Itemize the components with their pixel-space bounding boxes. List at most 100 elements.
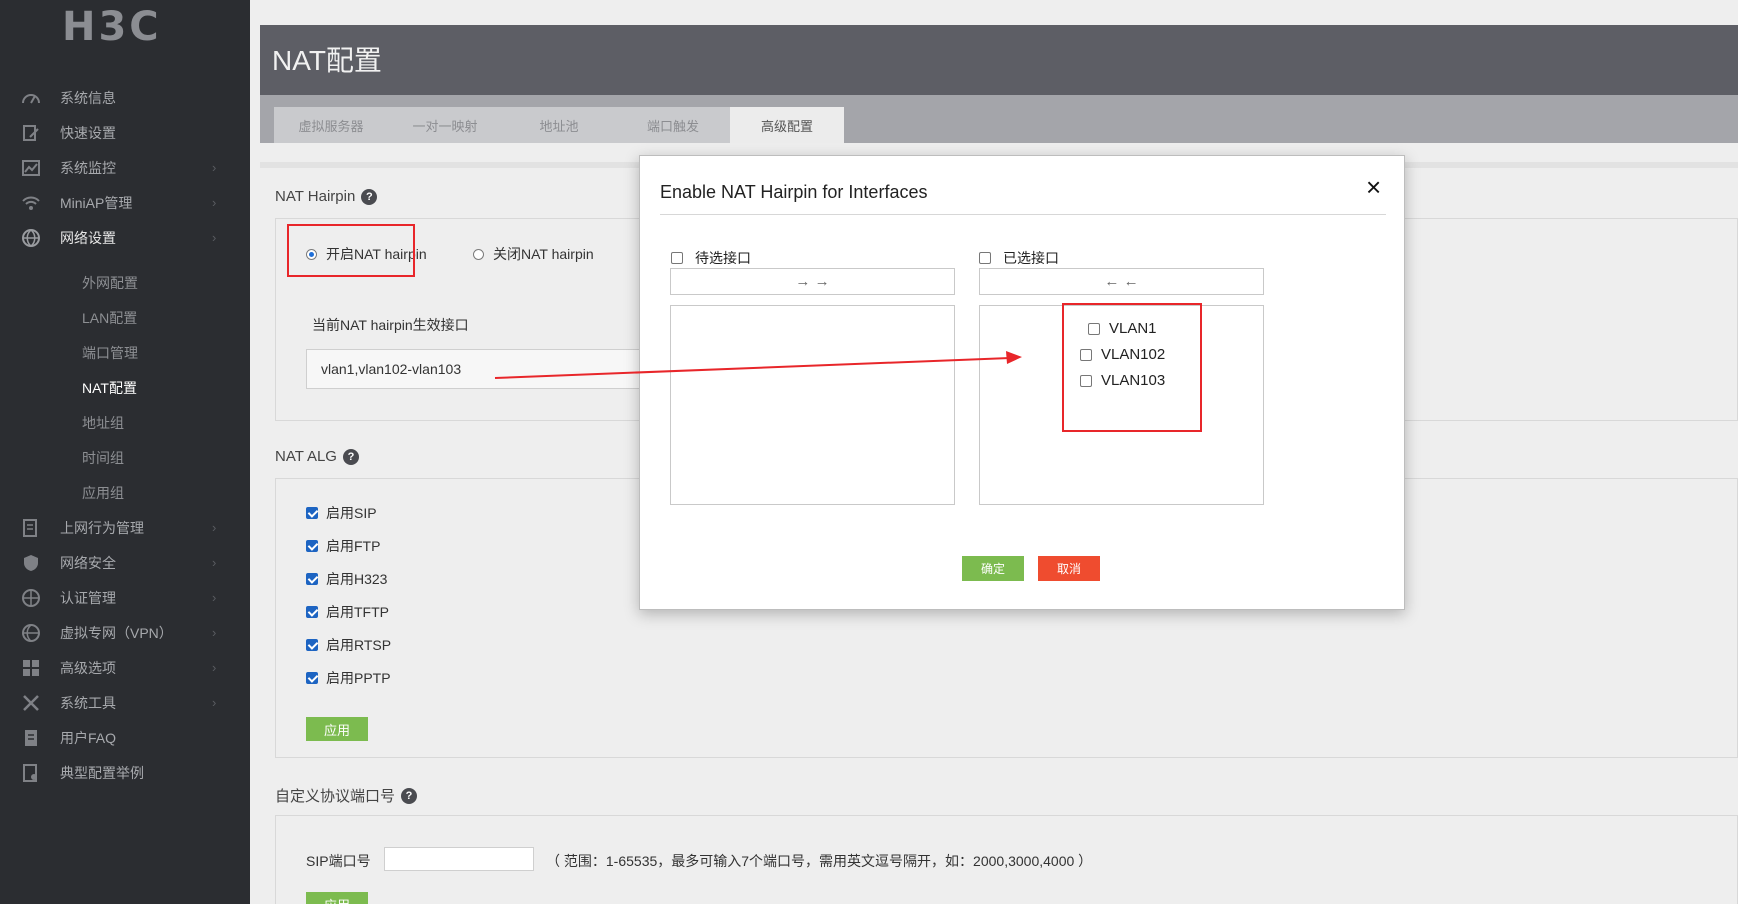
- checkbox-checked[interactable]: [306, 507, 318, 519]
- arrow-left-icon: ← ←: [1104, 273, 1139, 290]
- sidebar-item-faq[interactable]: 用户FAQ: [0, 720, 250, 755]
- sidebar-item-label: 系统工具: [60, 694, 116, 711]
- checkbox-checked[interactable]: [306, 672, 318, 684]
- dialog-divider: [660, 214, 1386, 215]
- sidebar-item-miniap[interactable]: MiniAP管理 ›: [0, 185, 250, 220]
- sidebar-item-behavior[interactable]: 上网行为管理 ›: [0, 510, 250, 545]
- sidebar-item-examples[interactable]: 典型配置举例: [0, 755, 250, 790]
- sidebar-item-security[interactable]: 网络安全 ›: [0, 545, 250, 580]
- brand-logo: H3C: [62, 4, 162, 50]
- select-all-available-checkbox[interactable]: [671, 252, 683, 264]
- alg-option-label: 启用H323: [326, 571, 388, 587]
- alg-option-rtsp[interactable]: 启用RTSP: [306, 635, 391, 655]
- shield-icon: [20, 552, 42, 574]
- tab-port-trigger[interactable]: 端口触发: [616, 107, 730, 143]
- arrow-right-icon: → →: [795, 273, 830, 290]
- alg-option-label: 启用SIP: [326, 505, 377, 521]
- disable-hairpin-radio[interactable]: 关闭NAT hairpin: [473, 244, 594, 264]
- sidebar-item-label: 快速设置: [60, 124, 116, 141]
- tab-address-pool[interactable]: 地址池: [502, 107, 616, 143]
- sidebar-item-advanced[interactable]: 高级选项 ›: [0, 650, 250, 685]
- checkbox-checked[interactable]: [306, 606, 318, 618]
- cancel-button[interactable]: 取消: [1038, 556, 1100, 581]
- sidebar-item-quick-setup[interactable]: 快速设置: [0, 115, 250, 150]
- annotation-box-vlans: [1062, 303, 1202, 432]
- move-left-button[interactable]: ← ←: [979, 268, 1264, 295]
- custom-port-section-title: 自定义协议端口号 ?: [275, 785, 418, 806]
- alg-option-tftp[interactable]: 启用TFTP: [306, 602, 389, 622]
- sidebar-item-label: 用户FAQ: [60, 729, 117, 746]
- sidebar-subitem-port[interactable]: 端口管理: [82, 343, 138, 363]
- alg-option-label: 启用RTSP: [326, 637, 392, 653]
- close-icon[interactable]: ×: [1366, 174, 1381, 200]
- help-icon[interactable]: ?: [342, 448, 359, 465]
- sidebar-item-label: 认证管理: [60, 589, 116, 606]
- sidebar: H3C 系统信息 快速设置 系统监控 › MiniAP管理 › 网络设置 › 外…: [0, 0, 250, 904]
- checkbox-checked[interactable]: [306, 639, 318, 651]
- sidebar-item-label: 典型配置举例: [60, 764, 144, 781]
- radio-unselected[interactable]: [473, 248, 484, 260]
- sidebar-item-label: 上网行为管理: [60, 519, 144, 536]
- checkbox-checked[interactable]: [306, 540, 318, 552]
- sidebar-subitem-nat[interactable]: NAT配置: [82, 378, 137, 398]
- chevron-right-icon: ›: [212, 695, 217, 710]
- sidebar-item-label: 网络安全: [60, 554, 116, 571]
- sidebar-item-label: MiniAP管理: [60, 194, 133, 211]
- alg-option-ftp[interactable]: 启用FTP: [306, 536, 380, 556]
- alg-option-h323[interactable]: 启用H323: [306, 569, 387, 589]
- selected-label: 已选接口: [1003, 250, 1059, 266]
- sidebar-subitem-address-group[interactable]: 地址组: [82, 413, 124, 433]
- sidebar-item-network-settings[interactable]: 网络设置 ›: [0, 220, 250, 255]
- sidebar-item-system-info[interactable]: 系统信息: [0, 80, 250, 115]
- alg-title-text: NAT ALG: [275, 448, 337, 465]
- sip-port-input[interactable]: [384, 847, 534, 871]
- page-title: NAT配置: [272, 45, 382, 76]
- alg-apply-button[interactable]: 应用: [306, 717, 368, 741]
- available-label: 待选接口: [695, 250, 751, 266]
- edit-document-icon: [20, 122, 42, 144]
- document-list-icon: [20, 517, 42, 539]
- sidebar-item-auth[interactable]: 认证管理 ›: [0, 580, 250, 615]
- selected-header[interactable]: 已选接口: [979, 248, 1059, 268]
- hairpin-interface-dialog: Enable NAT Hairpin for Interfaces × 待选接口…: [639, 155, 1405, 610]
- available-list[interactable]: [670, 305, 955, 505]
- chevron-right-icon: ›: [212, 230, 217, 245]
- tools-icon: [20, 692, 42, 714]
- tab-one-to-one[interactable]: 一对一映射: [388, 107, 502, 143]
- available-header[interactable]: 待选接口: [671, 248, 751, 268]
- chevron-right-icon: ›: [212, 590, 217, 605]
- chart-monitor-icon: [20, 157, 42, 179]
- sidebar-item-label: 虚拟专网（VPN）: [60, 624, 173, 641]
- sip-port-label: SIP端口号: [306, 853, 371, 869]
- sidebar-item-label: 高级选项: [60, 659, 116, 676]
- sidebar-item-label: 网络设置: [60, 229, 116, 246]
- sidebar-item-tools[interactable]: 系统工具 ›: [0, 685, 250, 720]
- help-icon[interactable]: ?: [401, 787, 418, 804]
- tab-bar: 虚拟服务器 一对一映射 地址池 端口触发 高级配置: [260, 95, 1738, 143]
- confirm-button[interactable]: 确定: [962, 556, 1024, 581]
- wifi-icon: [20, 192, 42, 214]
- tab-advanced[interactable]: 高级配置: [730, 107, 844, 143]
- alg-section-title: NAT ALG ?: [275, 448, 359, 465]
- alg-option-pptp[interactable]: 启用PPTP: [306, 668, 391, 688]
- alg-option-sip[interactable]: 启用SIP: [306, 503, 377, 523]
- select-all-selected-checkbox[interactable]: [979, 252, 991, 264]
- annotation-box-enable: [287, 224, 415, 277]
- checkbox-checked[interactable]: [306, 573, 318, 585]
- tab-virtual-server[interactable]: 虚拟服务器: [274, 107, 388, 143]
- sidebar-subitem-time-group[interactable]: 时间组: [82, 448, 124, 468]
- sidebar-subitem-app-group[interactable]: 应用组: [82, 483, 124, 503]
- sidebar-item-label: 系统信息: [60, 89, 116, 106]
- custom-port-title-text: 自定义协议端口号: [275, 788, 396, 805]
- sidebar-subitem-wan[interactable]: 外网配置: [82, 273, 138, 293]
- help-icon[interactable]: ?: [361, 188, 378, 205]
- chevron-right-icon: ›: [212, 555, 217, 570]
- sidebar-item-system-monitor[interactable]: 系统监控 ›: [0, 150, 250, 185]
- sidebar-subitem-lan[interactable]: LAN配置: [82, 308, 137, 328]
- document-icon: [20, 727, 42, 749]
- alg-option-label: 启用FTP: [326, 538, 381, 554]
- move-right-button[interactable]: → →: [670, 268, 955, 295]
- sidebar-item-vpn[interactable]: 虚拟专网（VPN） ›: [0, 615, 250, 650]
- custom-port-apply-button[interactable]: 应用: [306, 892, 368, 904]
- alg-option-label: 启用TFTP: [326, 604, 389, 620]
